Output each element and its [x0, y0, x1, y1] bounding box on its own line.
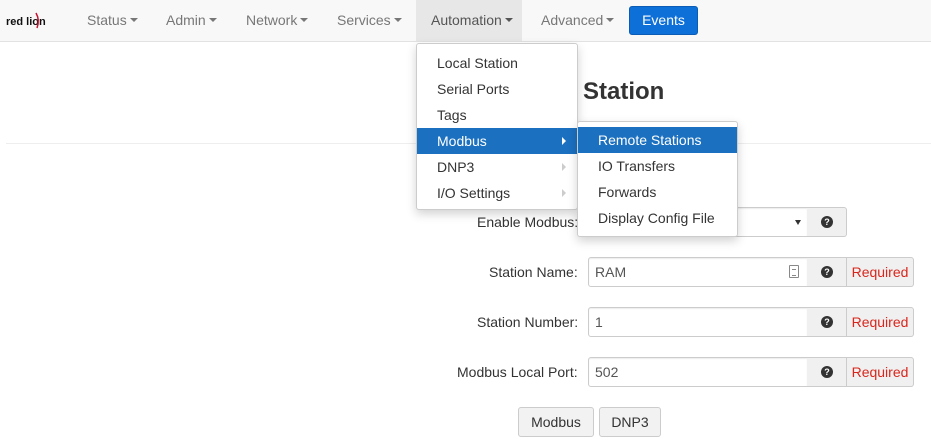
logo-text: red lion [6, 16, 46, 28]
nav-advanced-label: Advanced [541, 12, 604, 28]
caret-down-icon [504, 18, 513, 23]
question-icon: ? [821, 316, 833, 328]
modbus-submenu: Remote Stations IO Transfers Forwards Di… [577, 121, 738, 237]
caret-down-icon [606, 18, 615, 23]
nav-automation-label: Automation [431, 12, 502, 28]
menu-item-dnp3[interactable]: DNP3 [417, 154, 577, 180]
nav-network-label: Network [246, 12, 298, 28]
station-number-help-button[interactable]: ? [807, 307, 847, 337]
menu-item-modbus-label: Modbus [437, 133, 487, 149]
menu-item-serial-ports[interactable]: Serial Ports [417, 76, 577, 102]
caret-down-icon [393, 18, 402, 23]
station-name-required-badge: Required [847, 257, 914, 287]
modbus-button[interactable]: Modbus [518, 407, 594, 437]
nav-admin-label: Admin [166, 12, 206, 28]
submenu-item-io-transfers[interactable]: IO Transfers [578, 153, 737, 179]
menu-item-io-settings[interactable]: I/O Settings [417, 180, 577, 206]
select-arrow-icon [795, 220, 801, 225]
modbus-local-port-input[interactable]: 502 [588, 357, 808, 387]
station-number-value: 1 [595, 314, 603, 330]
submenu-item-display-config-file[interactable]: Display Config File [578, 205, 737, 231]
menu-item-modbus[interactable]: Modbus [417, 128, 577, 154]
submenu-item-forwards[interactable]: Forwards [578, 179, 737, 205]
menu-item-io-settings-label: I/O Settings [437, 185, 511, 201]
nav-automation[interactable]: Automation [416, 0, 522, 41]
red-lion-logo[interactable]: red lion [6, 10, 54, 30]
chevron-right-icon [562, 137, 566, 145]
nav-status-label: Status [87, 12, 127, 28]
caret-down-icon [208, 18, 217, 23]
nav-admin[interactable]: Admin [166, 0, 217, 41]
station-name-help-button[interactable]: ? [807, 257, 847, 287]
contact-card-icon [789, 265, 799, 278]
station-number-input[interactable]: 1 [588, 307, 808, 337]
station-number-label: Station Number: [477, 314, 579, 330]
submenu-item-remote-stations[interactable]: Remote Stations [578, 127, 737, 153]
station-name-input[interactable]: RAM [588, 257, 808, 287]
enable-modbus-help-button[interactable]: ? [807, 207, 847, 237]
question-icon: ? [821, 266, 833, 278]
automation-dropdown-menu: Local Station Serial Ports Tags Modbus D… [416, 43, 578, 210]
station-name-value: RAM [595, 264, 627, 280]
station-name-label: Station Name: [489, 264, 578, 280]
modbus-local-port-help-button[interactable]: ? [807, 357, 847, 387]
nav-services-label: Services [337, 12, 391, 28]
nav-advanced[interactable]: Advanced [541, 0, 615, 41]
station-number-required-badge: Required [847, 307, 914, 337]
nav-services[interactable]: Services [337, 0, 402, 41]
modbus-local-port-label: Modbus Local Port: [457, 364, 578, 380]
menu-item-local-station[interactable]: Local Station [417, 50, 577, 76]
chevron-right-icon [562, 163, 566, 171]
modbus-local-port-value: 502 [595, 364, 619, 380]
events-button[interactable]: Events [629, 6, 698, 35]
chevron-right-icon [562, 189, 566, 197]
menu-item-dnp3-label: DNP3 [437, 159, 475, 175]
nav-network[interactable]: Network [246, 0, 309, 41]
enable-modbus-label: Enable Modbus: [477, 214, 579, 230]
menu-item-tags[interactable]: Tags [417, 102, 577, 128]
page-title: Station [583, 78, 665, 105]
question-icon: ? [821, 366, 833, 378]
dnp3-button[interactable]: DNP3 [599, 407, 661, 437]
modbus-local-port-required-badge: Required [847, 357, 914, 387]
caret-down-icon [300, 18, 309, 23]
question-icon: ? [821, 216, 833, 228]
caret-down-icon [129, 18, 138, 23]
top-navbar: red lion Status Admin Network Services A… [0, 0, 931, 42]
nav-status[interactable]: Status [87, 0, 138, 41]
